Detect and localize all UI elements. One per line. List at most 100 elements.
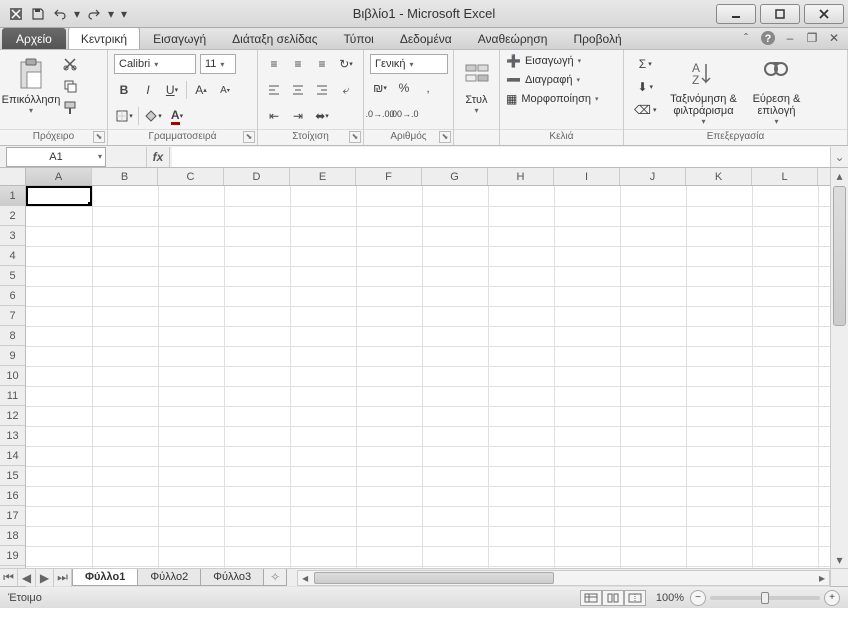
vertical-scrollbar[interactable]: ▴ ▾ <box>830 168 848 568</box>
col-header[interactable]: J <box>620 168 686 185</box>
tab-data[interactable]: Δεδομένα <box>387 27 465 49</box>
col-header[interactable]: E <box>290 168 356 185</box>
sheet-tab[interactable]: Φύλλο3 <box>200 569 264 586</box>
cut-icon[interactable] <box>60 54 80 74</box>
close-button[interactable] <box>804 4 844 24</box>
undo-dropdown-icon[interactable]: ▾ <box>72 4 82 24</box>
sheet-tab[interactable]: Φύλλο2 <box>137 569 201 586</box>
row-header[interactable]: 10 <box>0 366 25 386</box>
tab-view[interactable]: Προβολή <box>560 27 634 49</box>
tab-home[interactable]: Κεντρική <box>68 27 140 49</box>
clipboard-dialog-launcher[interactable]: ⬊ <box>93 131 105 143</box>
align-left-icon[interactable] <box>264 80 284 100</box>
row-header[interactable]: 14 <box>0 446 25 466</box>
row-header[interactable]: 18 <box>0 526 25 546</box>
new-sheet-button[interactable]: ✧ <box>263 569 287 586</box>
next-sheet-icon[interactable]: ▶ <box>36 569 54 587</box>
align-bottom-icon[interactable]: ≡ <box>312 54 332 74</box>
prev-sheet-icon[interactable]: ◀ <box>18 569 36 587</box>
scroll-down-icon[interactable]: ▾ <box>831 552 848 568</box>
row-header[interactable]: 2 <box>0 206 25 226</box>
underline-button[interactable]: U▾ <box>162 80 182 100</box>
row-header[interactable]: 13 <box>0 426 25 446</box>
row-header[interactable]: 12 <box>0 406 25 426</box>
page-break-view-icon[interactable] <box>624 590 646 606</box>
copy-icon[interactable] <box>60 76 80 96</box>
zoom-track[interactable] <box>710 596 820 600</box>
decrease-indent-icon[interactable]: ⇤ <box>264 106 284 126</box>
zoom-percent[interactable]: 100% <box>656 592 684 604</box>
font-color-icon[interactable]: A▾ <box>167 106 187 126</box>
styles-button[interactable]: Στυλ ▾ <box>460 54 493 126</box>
row-header[interactable]: 11 <box>0 386 25 406</box>
shrink-font-icon[interactable]: A▾ <box>215 80 235 100</box>
font-dialog-launcher[interactable]: ⬊ <box>243 131 255 143</box>
increase-indent-icon[interactable]: ⇥ <box>288 106 308 126</box>
redo-dropdown-icon[interactable]: ▾ <box>106 4 116 24</box>
zoom-in-button[interactable]: + <box>824 590 840 606</box>
insert-cells-button[interactable]: ➕ Εισαγωγή ▾ <box>506 54 581 68</box>
align-center-icon[interactable] <box>288 80 308 100</box>
save-icon[interactable] <box>28 4 48 24</box>
sheet-tab[interactable]: Φύλλο1 <box>72 569 138 586</box>
help-icon[interactable]: ? <box>760 30 776 46</box>
fill-color-icon[interactable]: ▾ <box>143 106 163 126</box>
align-right-icon[interactable] <box>312 80 332 100</box>
row-header[interactable]: 9 <box>0 346 25 366</box>
autosum-icon[interactable]: Σ▾ <box>630 54 660 74</box>
delete-cells-button[interactable]: ➖ Διαγραφή ▾ <box>506 73 580 87</box>
row-header[interactable]: 1 <box>0 186 25 206</box>
wrap-text-icon[interactable]: ⤶ <box>336 80 356 100</box>
minimize-button[interactable] <box>716 4 756 24</box>
col-header[interactable]: G <box>422 168 488 185</box>
comma-format-icon[interactable]: , <box>418 78 438 98</box>
sort-filter-button[interactable]: AZ Ταξινόμηση & φιλτράρισμα ▾ <box>664 54 742 126</box>
row-header[interactable]: 7 <box>0 306 25 326</box>
scroll-left-icon[interactable]: ◂ <box>298 571 312 585</box>
tab-page-layout[interactable]: Διάταξη σελίδας <box>219 27 330 49</box>
find-select-button[interactable]: Εύρεση & επιλογή ▾ <box>746 54 806 126</box>
qat-customize-icon[interactable]: ▾ <box>118 4 130 24</box>
undo-icon[interactable] <box>50 4 70 24</box>
format-painter-icon[interactable] <box>60 98 80 118</box>
align-top-icon[interactable]: ≡ <box>264 54 284 74</box>
col-header[interactable]: A <box>26 168 92 185</box>
number-dialog-launcher[interactable]: ⬊ <box>439 131 451 143</box>
last-sheet-icon[interactable]: ⏭ <box>54 569 72 587</box>
italic-button[interactable]: I <box>138 80 158 100</box>
first-sheet-icon[interactable]: ⏮ <box>0 569 18 587</box>
zoom-thumb[interactable] <box>761 592 769 604</box>
col-header[interactable]: I <box>554 168 620 185</box>
minimize-ribbon-icon[interactable]: ˆ <box>738 30 754 46</box>
col-header[interactable]: K <box>686 168 752 185</box>
percent-format-icon[interactable]: % <box>394 78 414 98</box>
font-size-combo[interactable]: 11▾ <box>200 54 236 74</box>
file-tab[interactable]: Αρχείο <box>2 28 66 49</box>
font-name-combo[interactable]: Calibri▾ <box>114 54 196 74</box>
workbook-close-icon[interactable]: ✕ <box>826 30 842 46</box>
row-header[interactable]: 16 <box>0 486 25 506</box>
fill-icon[interactable]: ⬇▾ <box>630 77 660 97</box>
row-header[interactable]: 17 <box>0 506 25 526</box>
alignment-dialog-launcher[interactable]: ⬊ <box>349 131 361 143</box>
normal-view-icon[interactable] <box>580 590 602 606</box>
row-header[interactable]: 3 <box>0 226 25 246</box>
row-header[interactable]: 6 <box>0 286 25 306</box>
col-header[interactable]: B <box>92 168 158 185</box>
col-header[interactable]: D <box>224 168 290 185</box>
row-header[interactable]: 4 <box>0 246 25 266</box>
workbook-minimize-icon[interactable]: – <box>782 30 798 46</box>
excel-icon[interactable] <box>6 4 26 24</box>
bold-button[interactable]: B <box>114 80 134 100</box>
maximize-button[interactable] <box>760 4 800 24</box>
insert-function-button[interactable]: fx <box>146 147 170 167</box>
format-cells-button[interactable]: ▦ Μορφοποίηση ▾ <box>506 92 599 106</box>
tab-review[interactable]: Αναθεώρηση <box>465 27 561 49</box>
row-header[interactable]: 5 <box>0 266 25 286</box>
col-header[interactable]: F <box>356 168 422 185</box>
page-layout-view-icon[interactable] <box>602 590 624 606</box>
number-format-combo[interactable]: Γενική▾ <box>370 54 448 74</box>
increase-decimal-icon[interactable]: .0→.00 <box>370 104 390 124</box>
merge-center-icon[interactable]: ⬌▾ <box>312 106 332 126</box>
clear-icon[interactable]: ⌫▾ <box>630 100 660 120</box>
